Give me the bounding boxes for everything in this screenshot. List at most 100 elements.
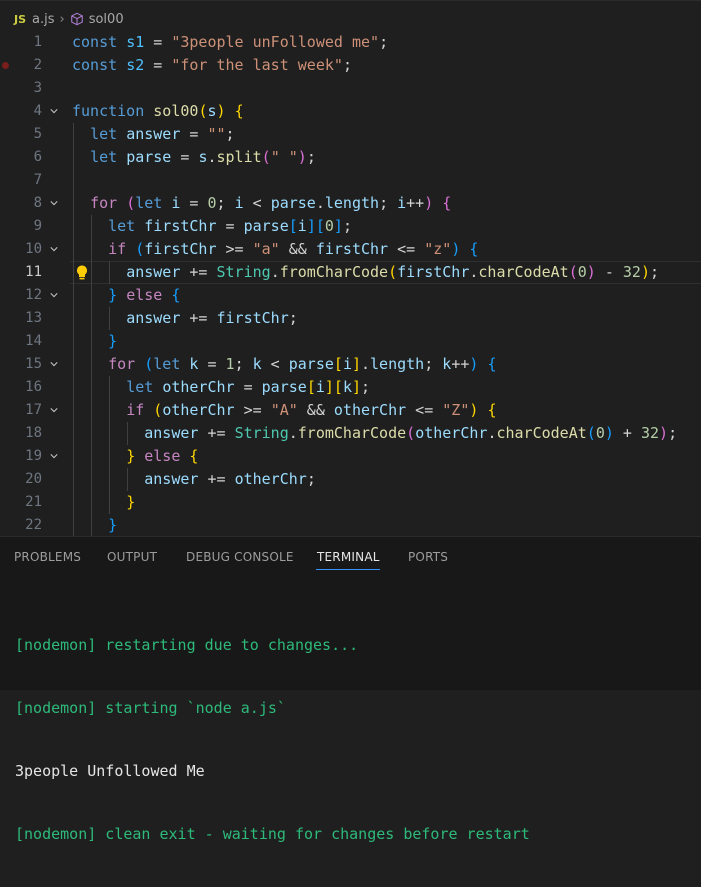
chevron-right-icon: ›: [59, 11, 65, 27]
code-text: let answer = "";: [90, 125, 235, 143]
line-number: 4: [33, 103, 42, 119]
code-line[interactable]: 15 for (let k = 1; k < parse[i].length; …: [0, 353, 701, 376]
code-line[interactable]: 20 answer += otherChr;: [0, 468, 701, 491]
indent-guide: [73, 192, 74, 215]
breakpoint-hint-icon[interactable]: [2, 62, 9, 69]
indent-guide: [73, 445, 74, 468]
terminal-output[interactable]: [nodemon] restarting due to changes... […: [15, 593, 530, 887]
line-number: 22: [25, 517, 42, 533]
code-line[interactable]: 16 let otherChr = parse[i][k];: [0, 376, 701, 399]
indent-guide: [73, 468, 74, 491]
tab-output[interactable]: OUTPUT: [107, 550, 157, 564]
code-text: const s1 = "3people unFollowed me";: [72, 33, 389, 51]
tab-debug-console[interactable]: DEBUG CONSOLE: [186, 550, 294, 564]
line-number: 15: [25, 356, 42, 372]
indent-guide: [73, 307, 74, 330]
indent-guide: [73, 284, 74, 307]
code-line[interactable]: 4 function sol00(s) {: [0, 100, 701, 123]
line-number: 14: [25, 333, 42, 349]
code-text: for (let k = 1; k < parse[i].length; k++…: [108, 355, 497, 373]
code-line[interactable]: 8 for (let i = 0; i < parse.length; i++)…: [0, 192, 701, 215]
indent-guide: [91, 353, 92, 376]
tab-ports[interactable]: PORTS: [408, 550, 448, 564]
code-line[interactable]: 10 if (firstChr >= "a" && firstChr <= "z…: [0, 238, 701, 261]
line-number: 12: [25, 287, 42, 303]
code-text: answer += firstChr;: [126, 309, 298, 327]
code-editor[interactable]: 1 const s1 = "3people unFollowed me"; 2 con…: [0, 31, 701, 536]
line-number: 18: [25, 425, 42, 441]
code-text: if (otherChr >= "A" && otherChr <= "Z") …: [126, 401, 497, 419]
indent-guide: [109, 491, 110, 514]
code-text: }: [108, 516, 118, 534]
indent-guide: [73, 330, 74, 353]
code-line[interactable]: 2 const s2 = "for the last week";: [0, 54, 701, 77]
terminal-line: [nodemon] starting `node a.js`: [15, 699, 286, 717]
js-file-icon: JS: [14, 12, 27, 26]
code-text: answer += String.fromCharCode(otherChr.c…: [144, 424, 678, 442]
indent-guide: [91, 376, 92, 399]
code-line[interactable]: 22 }: [0, 514, 701, 536]
chevron-down-icon[interactable]: [50, 199, 58, 207]
breadcrumb-symbol[interactable]: sol00: [89, 12, 124, 27]
code-line[interactable]: 5 let answer = "";: [0, 123, 701, 146]
code-line[interactable]: 9 let firstChr = parse[i][0];: [0, 215, 701, 238]
indent-guide: [73, 399, 74, 422]
chevron-down-icon[interactable]: [50, 107, 58, 115]
code-line[interactable]: 13 answer += firstChr;: [0, 307, 701, 330]
terminal-line: [nodemon] restarting due to changes...: [15, 636, 359, 654]
active-tab-indicator: [316, 569, 380, 570]
indent-guide: [91, 445, 92, 468]
breadcrumb-file[interactable]: a.js: [32, 12, 54, 27]
code-line[interactable]: 14 }: [0, 330, 701, 353]
lightbulb-icon[interactable]: [74, 264, 90, 281]
line-number: 13: [25, 310, 42, 326]
indent-guide: [91, 514, 92, 536]
indent-guide: [91, 307, 92, 330]
code-text: }: [126, 493, 136, 511]
line-number: 1: [33, 34, 42, 50]
indent-guide: [91, 399, 92, 422]
indent-guide: [91, 468, 92, 491]
indent-guide: [73, 514, 74, 536]
chevron-down-icon[interactable]: [50, 406, 58, 414]
indent-guide: [73, 353, 74, 376]
code-text: answer += String.fromCharCode(firstChr.c…: [126, 263, 660, 281]
code-text: } else {: [108, 286, 181, 304]
code-line[interactable]: 21 }: [0, 491, 701, 514]
panel-tabs: PROBLEMS OUTPUT DEBUG CONSOLE TERMINAL P…: [0, 537, 701, 577]
code-text: for (let i = 0; i < parse.length; i++) {: [90, 194, 452, 212]
line-number: 17: [25, 402, 42, 418]
chevron-down-icon[interactable]: [50, 291, 58, 299]
code-line[interactable]: 6 let parse = s.split(" ");: [0, 146, 701, 169]
code-line[interactable]: 12 } else {: [0, 284, 701, 307]
indent-guide: [127, 468, 128, 491]
terminal-line: [nodemon] clean exit - waiting for chang…: [15, 825, 530, 843]
indent-guide: [73, 215, 74, 238]
code-line[interactable]: 19 } else {: [0, 445, 701, 468]
indent-guide: [109, 261, 110, 284]
code-line[interactable]: 17 if (otherChr >= "A" && otherChr <= "Z…: [0, 399, 701, 422]
tab-problems[interactable]: PROBLEMS: [14, 550, 81, 564]
terminal-line: 3people Unfollowed Me: [15, 762, 205, 780]
chevron-down-icon[interactable]: [50, 360, 58, 368]
indent-guide: [109, 445, 110, 468]
line-number: 21: [25, 494, 42, 510]
code-text: const s2 = "for the last week";: [72, 56, 352, 74]
tab-terminal[interactable]: TERMINAL: [317, 550, 380, 564]
code-line[interactable]: 7: [0, 169, 701, 192]
chevron-down-icon[interactable]: [50, 245, 58, 253]
code-line[interactable]: 18 answer += String.fromCharCode(otherCh…: [0, 422, 701, 445]
indent-guide: [73, 238, 74, 261]
indent-guide: [73, 422, 74, 445]
chevron-down-icon[interactable]: [50, 452, 58, 460]
code-text: let otherChr = parse[i][k];: [126, 378, 371, 396]
code-text: }: [108, 332, 118, 350]
line-number: 16: [25, 379, 42, 395]
line-number: 10: [25, 241, 42, 257]
line-number: 5: [33, 126, 42, 142]
code-line[interactable]: 11 answer += String.fromCharCode(firstCh…: [0, 261, 701, 284]
indent-guide: [91, 491, 92, 514]
code-line[interactable]: 3: [0, 62, 701, 100]
code-line[interactable]: 1 const s1 = "3people unFollowed me";: [0, 31, 701, 54]
line-number: 8: [33, 195, 42, 211]
